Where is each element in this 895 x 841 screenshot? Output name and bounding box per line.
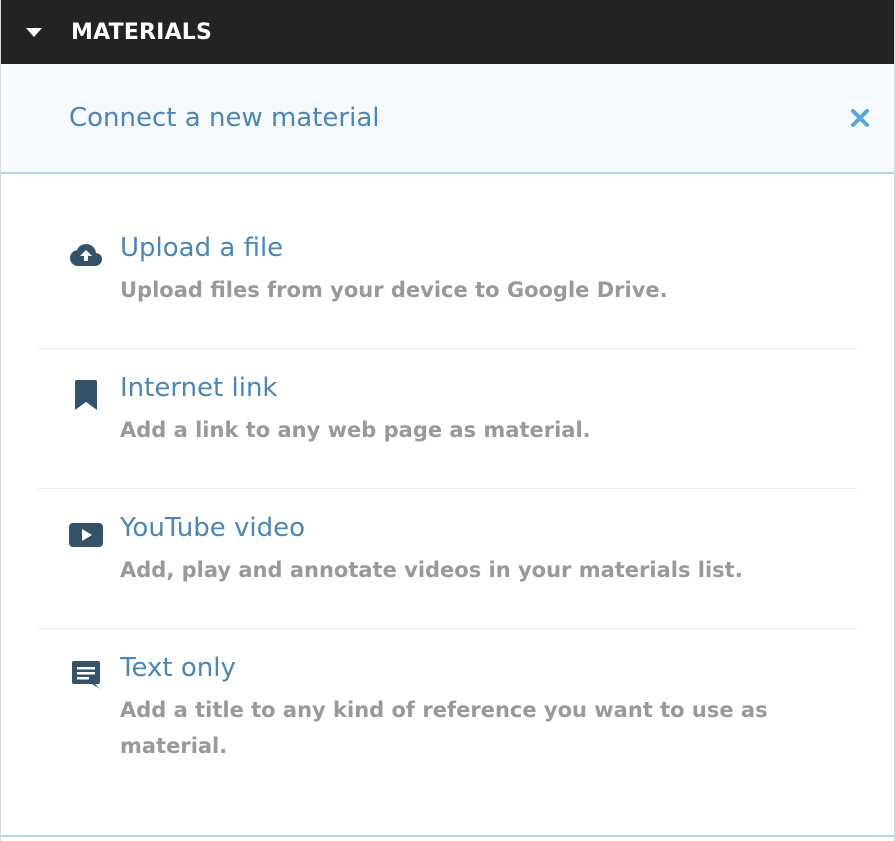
option-label: Internet link <box>120 373 278 403</box>
option-internet-link[interactable]: Internet link Add a link to any web page… <box>38 349 857 489</box>
option-description: Add a title to any kind of reference you… <box>120 698 768 758</box>
option-label: Upload a file <box>120 233 284 263</box>
option-description: Add, play and annotate videos in your ma… <box>120 558 743 582</box>
materials-header[interactable]: MATERIALS <box>1 0 894 64</box>
materials-panel: MATERIALS Connect a new material Upload … <box>0 0 895 841</box>
option-youtube-video[interactable]: YouTube video Add, play and annotate vid… <box>38 489 857 629</box>
option-label: Text only <box>120 653 236 683</box>
cloud-upload-icon <box>69 238 103 272</box>
caret-down-icon <box>26 27 42 37</box>
option-text-only[interactable]: Text only Add a title to any kind of ref… <box>38 629 857 789</box>
youtube-play-icon <box>69 518 103 552</box>
option-description: Upload files from your device to Google … <box>120 278 668 302</box>
connect-material-bar: Connect a new material <box>1 64 894 174</box>
option-label: YouTube video <box>120 513 306 543</box>
material-options-list: Upload a file Upload files from your dev… <box>1 174 894 789</box>
close-icon[interactable] <box>848 106 872 130</box>
option-description: Add a link to any web page as material. <box>120 418 591 442</box>
bookmark-icon <box>69 378 103 412</box>
materials-title: MATERIALS <box>71 19 213 45</box>
panel-bottom-divider <box>1 835 894 837</box>
comment-text-icon <box>69 658 103 692</box>
connect-material-title: Connect a new material <box>69 103 380 133</box>
option-upload-file[interactable]: Upload a file Upload files from your dev… <box>38 209 857 349</box>
